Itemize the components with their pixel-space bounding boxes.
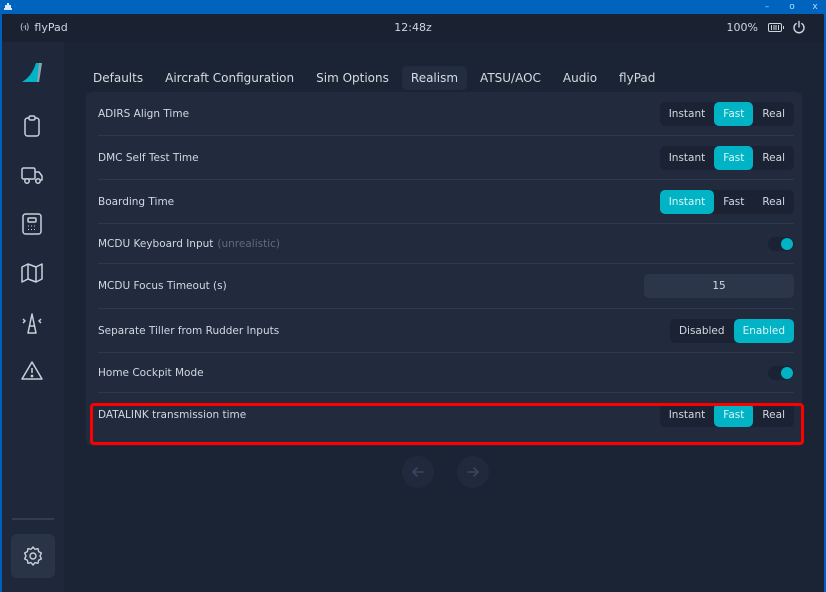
boarding-instant-button[interactable]: Instant (659, 189, 715, 214)
battery-percent: 100% (726, 20, 758, 34)
datalink-fast-button[interactable]: Fast (714, 403, 754, 427)
settings-tabs: Defaults Aircraft Configuration Sim Opti… (84, 66, 668, 90)
setting-label: DATALINK transmission time (98, 409, 247, 421)
tab-realism[interactable]: Realism (401, 66, 468, 90)
radio-tower-icon[interactable] (19, 310, 45, 336)
boarding-real-button[interactable]: Real (753, 190, 794, 214)
setting-hint: (unrealistic) (217, 237, 280, 250)
setting-label: Boarding Time (98, 195, 175, 208)
minimize-button[interactable]: – (756, 0, 778, 14)
dmc-time-selector: Instant Fast Real (659, 145, 794, 170)
setting-row-tiller: Separate Tiller from Rudder Inputs Disab… (98, 309, 794, 353)
app-icon (4, 3, 12, 10)
setting-label: MCDU Focus Timeout (s) (98, 280, 227, 292)
setting-row-boarding: Boarding Time Instant Fast Real (98, 180, 794, 224)
tiller-disabled-button[interactable]: Disabled (670, 319, 734, 343)
tab-aircraft-configuration[interactable]: Aircraft Configuration (156, 66, 303, 90)
truck-icon[interactable] (19, 162, 45, 188)
sidebar-divider (12, 518, 54, 520)
status-right: 100% (727, 20, 806, 34)
setting-label-text: MCDU Keyboard Input (98, 237, 214, 250)
boarding-fast-button[interactable]: Fast (714, 190, 753, 214)
calculator-icon[interactable] (19, 211, 45, 237)
setting-row-dmc: DMC Self Test Time Instant Fast Real (98, 136, 794, 180)
setting-label: DMC Self Test Time (98, 151, 199, 164)
power-icon[interactable] (792, 20, 806, 34)
tab-sim-options[interactable]: Sim Options (307, 66, 398, 90)
datalink-real-button[interactable]: Real (753, 403, 794, 427)
adirs-real-button[interactable]: Real (753, 102, 794, 126)
boarding-time-selector: Instant Fast Real (659, 189, 794, 214)
datalink-instant-button[interactable]: Instant (660, 403, 715, 427)
setting-label: Home Cockpit Mode (98, 366, 204, 379)
adirs-fast-button[interactable]: Fast (714, 101, 754, 126)
datalink-time-selector: Instant Fast Real (659, 403, 794, 427)
tab-flypad[interactable]: flyPad (610, 66, 664, 90)
adirs-instant-button[interactable]: Instant (660, 102, 715, 126)
gear-icon (23, 546, 43, 566)
setting-row-adirs: ADIRS Align Time Instant Fast Real (98, 92, 794, 136)
setting-label: ADIRS Align Time (98, 107, 190, 120)
status-bar: (·ı) flyPad 12:48z 100% (2, 14, 824, 42)
home-cockpit-toggle[interactable] (768, 365, 794, 380)
arrow-left-icon (412, 467, 424, 477)
dmc-fast-button[interactable]: Fast (714, 145, 754, 170)
tail-logo-icon[interactable] (19, 60, 45, 86)
previous-page-button[interactable] (402, 456, 434, 488)
tab-atsu-aoc[interactable]: ATSU/AOC (471, 66, 550, 90)
warning-icon[interactable] (19, 358, 45, 384)
realism-settings-panel: ADIRS Align Time Instant Fast Real DMC S… (86, 92, 802, 446)
toggle-knob (781, 237, 793, 250)
setting-row-datalink: DATALINK transmission time Instant Fast … (98, 393, 794, 437)
clipboard-icon[interactable] (19, 113, 45, 139)
dmc-instant-button[interactable]: Instant (660, 146, 715, 170)
flypad-frame: (·ı) flyPad 12:48z 100% Defaults Aircraf… (2, 14, 824, 592)
window-titlebar: – o x (0, 0, 826, 14)
battery-icon (768, 22, 784, 32)
next-page-button[interactable] (457, 456, 489, 488)
page-navigation (402, 456, 489, 488)
maximize-button[interactable]: o (781, 0, 803, 14)
tiller-selector: Disabled Enabled (669, 318, 794, 343)
mcdu-keyboard-toggle[interactable] (768, 236, 794, 251)
tab-defaults[interactable]: Defaults (84, 66, 152, 90)
tab-audio[interactable]: Audio (554, 66, 606, 90)
setting-label: MCDU Keyboard Input (unrealistic) (98, 238, 280, 250)
map-icon[interactable] (19, 260, 45, 286)
zulu-time: 12:48z (394, 21, 432, 34)
close-button[interactable]: x (804, 0, 826, 14)
setting-row-mcdu-keyboard: MCDU Keyboard Input (unrealistic) (98, 224, 794, 264)
mcdu-timeout-input[interactable] (644, 274, 794, 298)
sidebar (2, 42, 64, 592)
arrow-right-icon (467, 467, 479, 477)
settings-button[interactable] (11, 534, 55, 578)
adirs-time-selector: Instant Fast Real (659, 101, 794, 126)
setting-row-home-cockpit: Home Cockpit Mode (98, 353, 794, 393)
setting-label: Separate Tiller from Rudder Inputs (98, 324, 280, 337)
setting-row-mcdu-timeout: MCDU Focus Timeout (s) (98, 264, 794, 309)
dmc-real-button[interactable]: Real (753, 146, 794, 170)
toggle-knob (781, 366, 793, 379)
tiller-enabled-button[interactable]: Enabled (733, 318, 794, 343)
settings-page: Defaults Aircraft Configuration Sim Opti… (64, 42, 824, 592)
